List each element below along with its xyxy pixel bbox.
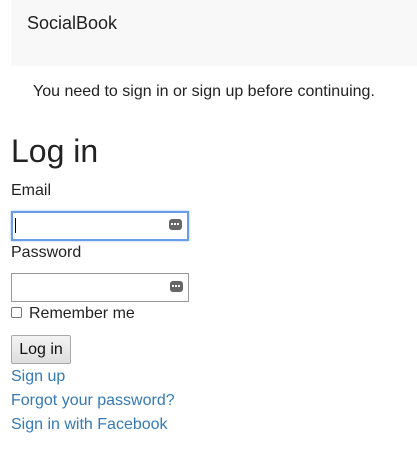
page-title: Log in xyxy=(11,133,99,169)
password-label: Password xyxy=(11,244,82,261)
forgot-password-link[interactable]: Forgot your password? xyxy=(11,391,175,411)
text-caret xyxy=(15,218,16,233)
email-label: Email xyxy=(11,182,52,199)
password-field[interactable] xyxy=(11,273,189,302)
log-in-button[interactable]: Log in xyxy=(11,335,71,364)
facebook-sign-in-link[interactable]: Sign in with Facebook xyxy=(11,415,168,435)
password-manager-keyboard-icon[interactable] xyxy=(169,219,182,230)
remember-me-label[interactable]: Remember me xyxy=(29,304,135,324)
flash-notice: You need to sign in or sign up before co… xyxy=(33,83,375,100)
remember-me-checkbox[interactable] xyxy=(11,307,22,318)
brand-link[interactable]: SocialBook xyxy=(27,12,117,34)
email-field[interactable] xyxy=(11,211,189,241)
sign-up-link[interactable]: Sign up xyxy=(11,367,65,387)
navbar: SocialBook xyxy=(11,0,417,66)
password-manager-keyboard-icon[interactable] xyxy=(170,281,183,292)
